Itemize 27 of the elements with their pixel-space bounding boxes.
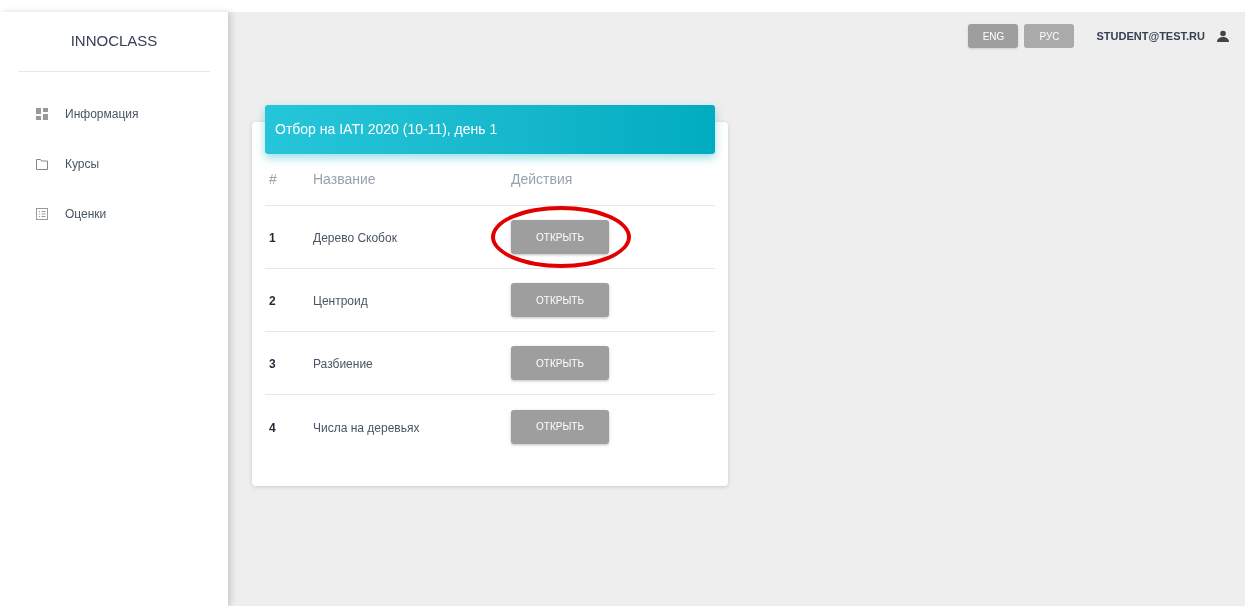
- sidebar-item[interactable]: Информация: [0, 94, 228, 134]
- row-number: 2: [269, 294, 276, 308]
- open-button[interactable]: ОТКРЫТЬ: [511, 220, 609, 254]
- language-button[interactable]: РУС: [1024, 24, 1075, 48]
- folder-icon: [36, 158, 48, 170]
- row-number: 3: [269, 357, 276, 371]
- sidebar-item[interactable]: Оценки: [0, 194, 228, 234]
- task-name: Дерево Скобок: [313, 231, 397, 245]
- card-header: Отбор на IATI 2020 (10-11), день 1: [265, 105, 715, 154]
- language-button[interactable]: ENG: [968, 24, 1019, 48]
- column-header: Название: [313, 171, 376, 187]
- list-icon: [36, 208, 48, 220]
- task-name: Числа на деревьях: [313, 420, 420, 435]
- open-button[interactable]: ОТКРЫТЬ: [511, 283, 609, 317]
- open-button[interactable]: ОТКРЫТЬ: [511, 346, 609, 380]
- column-header: #: [269, 171, 277, 187]
- row-number: 4: [269, 420, 276, 435]
- row-number: 1: [269, 231, 276, 245]
- sidebar-item[interactable]: Курсы: [0, 144, 228, 184]
- task-name: Центроид: [313, 294, 368, 308]
- dashboard-icon: [36, 108, 48, 120]
- brand-name: INNOCLASS: [70, 31, 158, 52]
- column-header: Действия: [511, 171, 573, 187]
- user-icon[interactable]: [1217, 30, 1229, 42]
- task-name: Разбиение: [313, 357, 373, 371]
- open-button[interactable]: ОТКРЫТЬ: [511, 409, 609, 444]
- user-email[interactable]: STUDENT@TEST.RU: [1096, 27, 1205, 45]
